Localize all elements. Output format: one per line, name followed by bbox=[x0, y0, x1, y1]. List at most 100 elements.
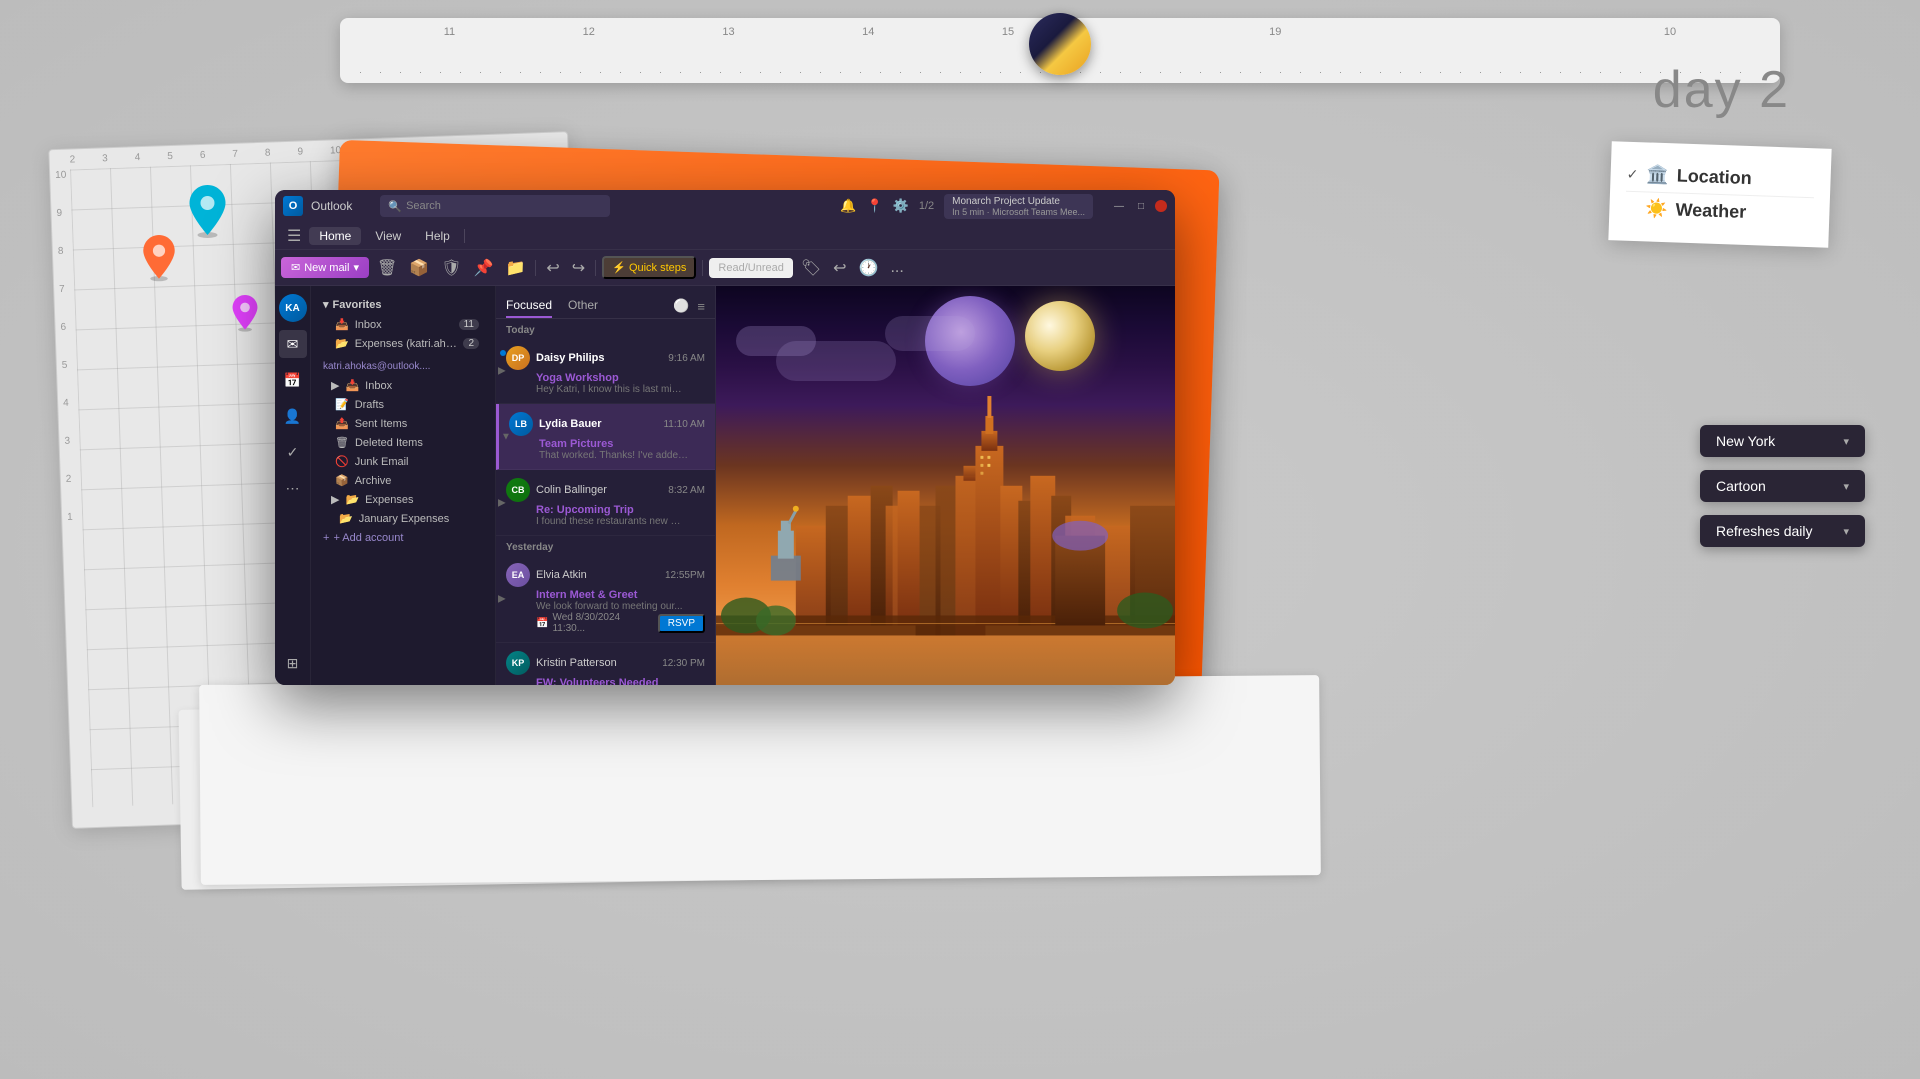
move-icon[interactable]: 📁 bbox=[501, 256, 529, 280]
sender-lydia: Lydia Bauer bbox=[539, 418, 657, 430]
flag-icon[interactable]: 🛡 bbox=[437, 256, 465, 280]
avatar-lydia: LB bbox=[509, 412, 533, 436]
close-button[interactable] bbox=[1155, 200, 1167, 212]
checklist-card: ✓ 🏛️ Location ✓ ☀️ Weather bbox=[1608, 141, 1831, 248]
pin-pink-icon bbox=[230, 295, 260, 333]
email-item-elvia[interactable]: ▶ EA Elvia Atkin 12:55PM Intern Meet & G… bbox=[496, 555, 715, 643]
sidebar-item-archive[interactable]: 📦 Archive bbox=[315, 471, 491, 490]
location-icon[interactable]: 📍 bbox=[866, 198, 882, 214]
inbox-label: Inbox bbox=[355, 319, 382, 331]
location-label: Location bbox=[1676, 165, 1752, 189]
sidebar-item-expenses[interactable]: 📂 Expenses (katri.ahokas@... 2 bbox=[315, 334, 491, 353]
time-lydia: 11:10 AM bbox=[663, 419, 705, 430]
new-york-chevron-icon: ▾ bbox=[1843, 435, 1849, 448]
pin-icon[interactable]: 📌 bbox=[470, 256, 498, 280]
subject-elvia: Intern Meet & Greet bbox=[506, 589, 705, 601]
minimize-button[interactable]: — bbox=[1111, 198, 1127, 214]
settings-icon[interactable]: ⚙️ bbox=[893, 198, 909, 214]
globe-decoration bbox=[1029, 13, 1091, 75]
quick-steps-button[interactable]: ⚡ Quick steps bbox=[602, 256, 696, 279]
toolbar: ✉ New mail ▾ 🗑 📦 🛡 📌 📁 ↩ ↪ ⚡ Quick steps… bbox=[275, 250, 1175, 286]
email-tabs: Focused Other ⚪ ≡ bbox=[496, 286, 715, 319]
search-icon: 🔍 bbox=[388, 200, 402, 213]
app-name: Outlook bbox=[311, 199, 352, 213]
reply-icon[interactable]: ↩ bbox=[829, 256, 850, 280]
sidebar-item-expenses2[interactable]: ▶ 📂 Expenses bbox=[315, 490, 491, 509]
rsvp-button[interactable]: RSVP bbox=[658, 614, 705, 633]
rail-tasks-icon[interactable]: ✓ bbox=[279, 438, 307, 466]
section-yesterday: Yesterday bbox=[496, 536, 715, 555]
refreshes-dropdown[interactable]: Refreshes daily ▾ bbox=[1700, 515, 1865, 547]
check-icon-location: ✓ bbox=[1626, 166, 1638, 183]
rail-contacts-icon[interactable]: 👤 bbox=[279, 402, 307, 430]
calendar-icon: 📅 bbox=[536, 618, 548, 629]
new-mail-button[interactable]: ✉ New mail ▾ bbox=[281, 257, 369, 278]
redo-icon[interactable]: ↪ bbox=[568, 256, 589, 280]
rail-calendar-icon[interactable]: 📅 bbox=[279, 366, 307, 394]
new-york-dropdown[interactable]: New York ▾ bbox=[1700, 425, 1865, 457]
sidebar-item-junk[interactable]: 🚫 Junk Email bbox=[315, 452, 491, 471]
email-item-colin[interactable]: ▶ CB Colin Ballinger 8:32 AM Re: Upcomin… bbox=[496, 470, 715, 536]
drafts-icon: 📝 bbox=[335, 398, 349, 411]
sidebar-item-jan-expenses[interactable]: 📂 January Expenses bbox=[315, 509, 491, 528]
search-placeholder: Search bbox=[406, 200, 441, 212]
archive-icon: 📦 bbox=[335, 474, 349, 487]
time-kristin: 12:30 PM bbox=[662, 658, 705, 669]
rail-mail-icon[interactable]: ✉ bbox=[279, 330, 307, 358]
sidebar-item-deleted[interactable]: 🗑 Deleted Items bbox=[315, 433, 491, 452]
subject-lydia: Team Pictures bbox=[509, 438, 705, 450]
rail-grid-icon[interactable]: ⊞ bbox=[279, 649, 307, 677]
inbox-icon: 📥 bbox=[335, 318, 349, 331]
tag-icon[interactable]: 🏷 bbox=[797, 256, 825, 280]
sidebar-item-inbox[interactable]: 📥 Inbox 11 bbox=[315, 315, 491, 334]
tab-help[interactable]: Help bbox=[415, 227, 460, 245]
subject-daisy: Yoga Workshop bbox=[506, 372, 705, 384]
nav-bar: ☰ Home View Help bbox=[275, 222, 1175, 250]
sidebar-item-drafts[interactable]: 📝 Drafts bbox=[315, 395, 491, 414]
tab-view[interactable]: View bbox=[365, 227, 411, 245]
email-item-daisy[interactable]: ▶ DP Daisy Philips 9:16 AM Yoga Workshop… bbox=[496, 338, 715, 404]
expenses-label: Expenses (katri.ahokas@... bbox=[355, 338, 458, 350]
maximize-button[interactable]: □ bbox=[1133, 198, 1149, 214]
cartoon-label: Cartoon bbox=[1716, 478, 1766, 494]
email-list: Focused Other ⚪ ≡ Today ▶ DP Daisy Phili… bbox=[496, 286, 716, 685]
chevron-right-icon: ▶ bbox=[331, 379, 339, 392]
pin-teal-icon bbox=[185, 185, 230, 240]
archive-icon[interactable]: 📦 bbox=[405, 256, 433, 280]
paper-stack bbox=[199, 675, 1321, 885]
sidebar-add-account[interactable]: + + Add account bbox=[311, 528, 495, 548]
sidebar-item-sent[interactable]: 📤 Sent Items bbox=[315, 414, 491, 433]
rail-avatar[interactable]: KA bbox=[279, 294, 307, 322]
clock-icon[interactable]: 🕐 bbox=[855, 256, 883, 280]
chevron-right-icon2: ▶ bbox=[331, 493, 339, 506]
sort-icon[interactable]: ≡ bbox=[697, 299, 705, 314]
chevron-down-icon: ▾ bbox=[323, 298, 329, 311]
tab-focused[interactable]: Focused bbox=[506, 294, 552, 318]
left-rail: KA ✉ 📅 👤 ✓ ⋯ ⊞ bbox=[275, 286, 311, 685]
add-icon: + bbox=[323, 532, 329, 544]
sidebar-item-inbox2[interactable]: ▶ 📥 Inbox bbox=[315, 376, 491, 395]
email-item-kristin[interactable]: KP Kristin Patterson 12:30 PM FW: Volunt… bbox=[496, 643, 715, 685]
cartoon-chevron-icon: ▾ bbox=[1843, 480, 1849, 493]
cartoon-dropdown[interactable]: Cartoon ▾ bbox=[1700, 470, 1865, 502]
location-icon: 🏛️ bbox=[1646, 164, 1669, 186]
notification-icon[interactable]: 🔔 bbox=[840, 198, 856, 214]
tab-other[interactable]: Other bbox=[568, 294, 598, 318]
read-unread-button[interactable]: Read/Unread bbox=[709, 258, 792, 278]
email-item-lydia[interactable]: ▼ LB Lydia Bauer 11:10 AM Team Pictures … bbox=[496, 404, 715, 470]
outlook-body: KA ✉ 📅 👤 ✓ ⋯ ⊞ ▾ Favorites 📥 Inbox 11 📂 bbox=[275, 286, 1175, 685]
cloud-3 bbox=[885, 316, 975, 351]
more-icon[interactable]: ... bbox=[886, 257, 907, 279]
search-box[interactable]: 🔍 Search bbox=[380, 195, 610, 217]
meeting-notification[interactable]: Monarch Project Update In 5 min · Micros… bbox=[944, 194, 1093, 219]
rail-more-icon[interactable]: ⋯ bbox=[279, 474, 307, 502]
tab-home[interactable]: Home bbox=[309, 227, 361, 245]
hamburger-icon[interactable]: ☰ bbox=[283, 224, 305, 248]
undo-icon[interactable]: ↩ bbox=[542, 256, 563, 280]
cloud-2 bbox=[776, 341, 896, 381]
junk-icon: 🚫 bbox=[335, 455, 349, 468]
delete-icon[interactable]: 🗑 bbox=[373, 256, 401, 280]
filter-icon[interactable]: ⚪ bbox=[673, 298, 689, 314]
sender-elvia: Elvia Atkin bbox=[536, 569, 659, 581]
time-colin: 8:32 AM bbox=[668, 485, 705, 496]
